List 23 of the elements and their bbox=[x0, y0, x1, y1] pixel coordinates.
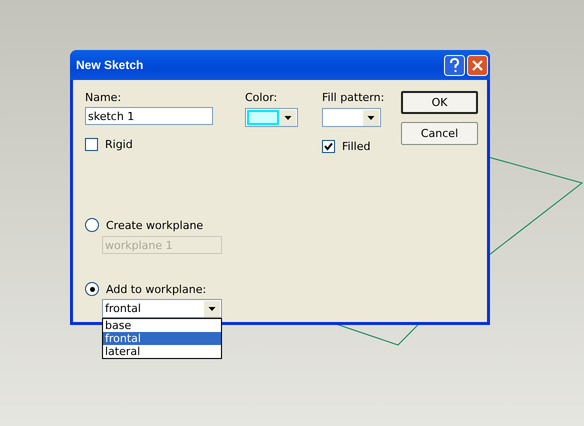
fill-pattern-label: Fill pattern: bbox=[322, 91, 384, 105]
dropdown-option[interactable]: lateral bbox=[103, 345, 221, 358]
create-workplane-radio[interactable] bbox=[85, 218, 99, 232]
add-to-workplane-radio[interactable] bbox=[85, 282, 99, 296]
ok-button[interactable]: OK bbox=[401, 91, 478, 114]
color-label: Color: bbox=[245, 91, 278, 105]
filled-label: Filled bbox=[342, 140, 370, 152]
workplane-dropdown[interactable]: frontal bbox=[102, 299, 222, 318]
add-to-workplane-label: Add to workplane: bbox=[106, 282, 206, 296]
rigid-label: Rigid bbox=[105, 138, 133, 150]
dropdown-option[interactable]: frontal bbox=[103, 332, 221, 345]
check-icon bbox=[324, 142, 333, 150]
help-icon[interactable] bbox=[444, 54, 465, 76]
color-dropdown[interactable] bbox=[245, 108, 298, 127]
rigid-checkbox[interactable] bbox=[85, 138, 98, 150]
name-label: Name: bbox=[85, 91, 122, 105]
filled-checkbox[interactable] bbox=[322, 140, 335, 152]
window-title: New Sketch bbox=[76, 58, 144, 72]
cancel-button[interactable]: Cancel bbox=[401, 122, 478, 145]
dropdown-option[interactable]: base bbox=[103, 319, 221, 332]
create-workplane-label: Create workplane bbox=[106, 218, 204, 232]
name-field[interactable]: sketch 1 bbox=[85, 107, 213, 125]
close-icon[interactable] bbox=[467, 54, 488, 76]
